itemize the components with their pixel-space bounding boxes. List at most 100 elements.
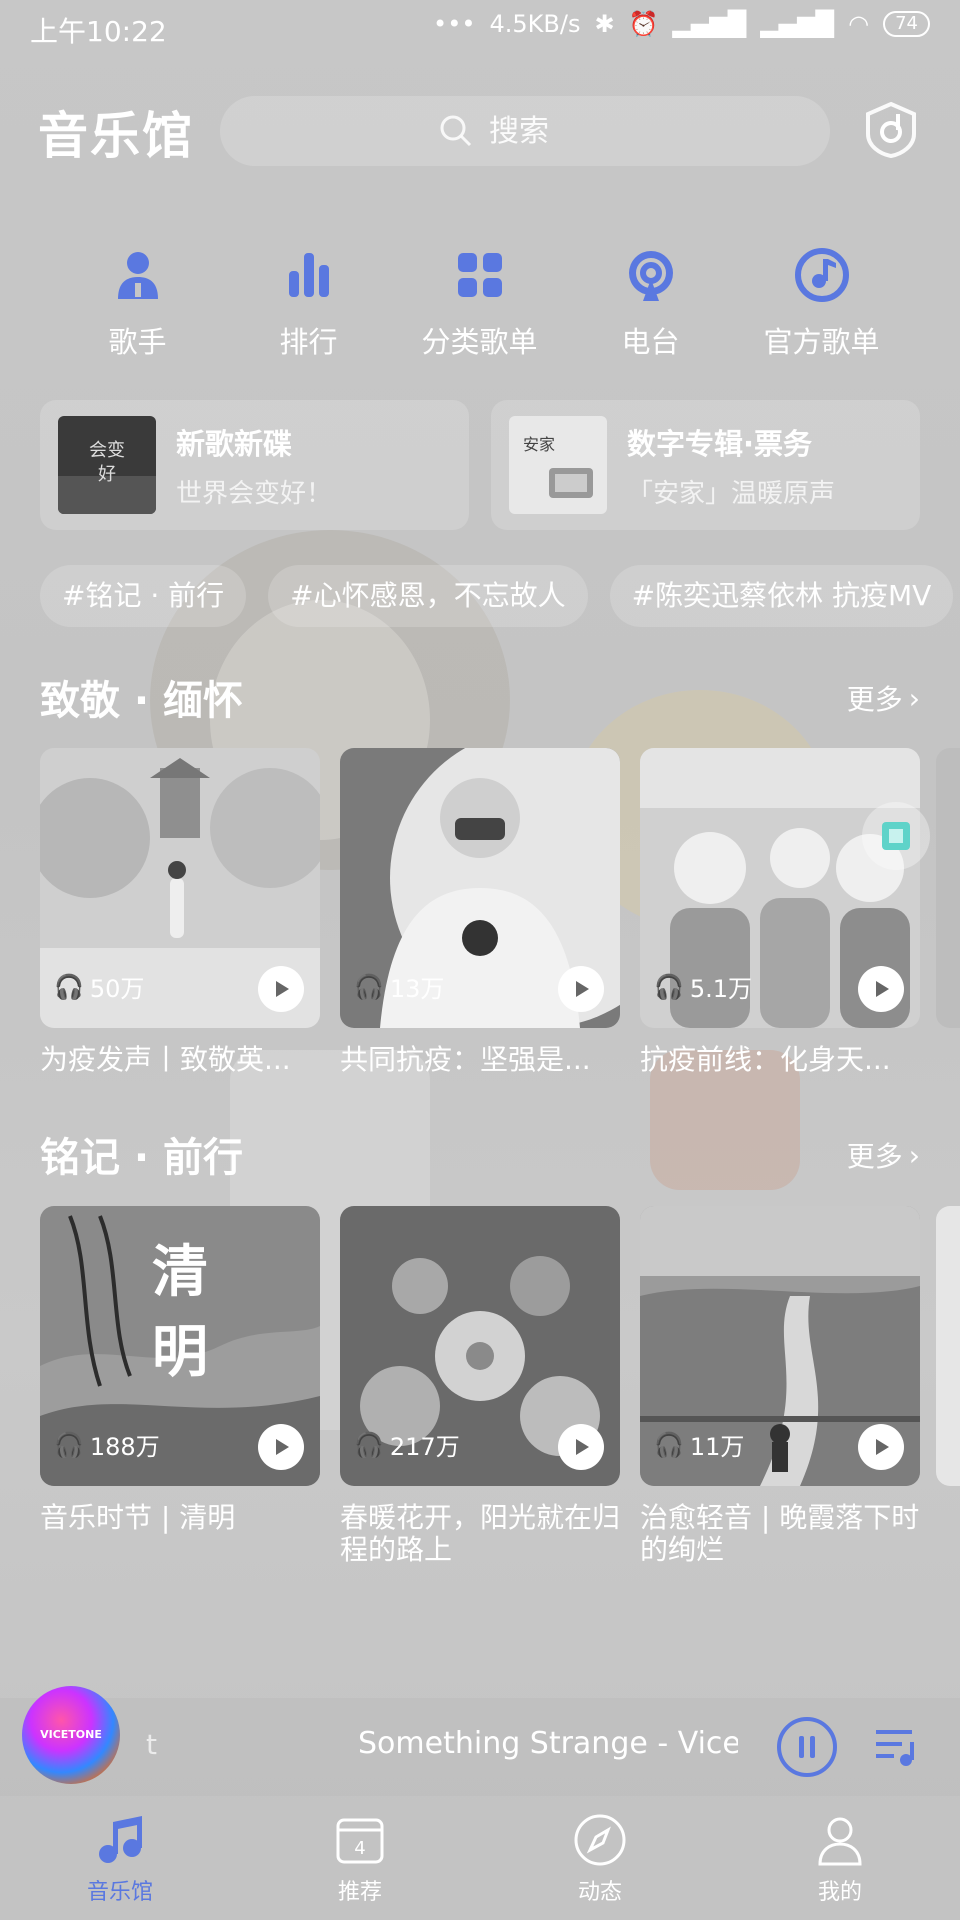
playlist-cover[interactable]: 🎧 11万 <box>640 1206 920 1486</box>
pause-icon[interactable] <box>776 1716 838 1778</box>
playlist-cover[interactable]: 🎧 50万 <box>40 748 320 1028</box>
play-button[interactable] <box>558 1424 604 1470</box>
playlist-title: 抗疫前线：化身天... <box>640 1044 891 1076</box>
official-playlist-icon <box>794 248 849 302</box>
playlist-card[interactable]: 🎧 5.1万 抗疫前线：化身天... <box>640 748 920 1076</box>
topic-tag[interactable]: #铭记 · 前行 <box>40 565 247 627</box>
promo-title: 数字专辑·票务 <box>627 426 813 461</box>
singer-icon <box>117 252 158 299</box>
quick-nav-ranking[interactable]: 排行 <box>223 245 394 375</box>
tab-label: 音乐馆 <box>86 1880 153 1905</box>
status-time: 上午10:22 <box>30 15 167 48</box>
play-icon <box>276 981 289 997</box>
signal-icon: ▂▄▆█ <box>672 10 747 38</box>
quick-nav-singer[interactable]: 歌手 <box>52 245 223 375</box>
playlist-card[interactable]: 🎧 13万 共同抗疫：坚强是... <box>340 748 620 1076</box>
play-count-value: 5.1万 <box>689 975 753 1003</box>
promo-subtitle: 「安家」温暖原声 <box>627 478 836 509</box>
promo-cover: 会变 好 <box>58 416 156 514</box>
play-count-value: 217万 <box>389 1433 460 1461</box>
play-count-value: 50万 <box>89 975 145 1003</box>
svg-text:清: 清 <box>152 1240 208 1305</box>
svg-text:4: 4 <box>354 1838 365 1859</box>
tab-label: 推荐 <box>337 1880 382 1905</box>
headphones-icon: 🎧 <box>654 972 684 1001</box>
wifi-icon: ◠ <box>848 10 870 38</box>
play-count: 🎧 217万 <box>354 1427 460 1462</box>
promo-digital-album[interactable]: 安家 数字专辑·票务 「安家」温暖原声 <box>491 400 920 530</box>
tab-activity[interactable]: 动态 <box>480 1796 720 1920</box>
search-icon <box>440 115 472 147</box>
now-playing-title[interactable]: Something Strange - Vicetone <box>358 1726 738 1761</box>
chevron-right-icon: › <box>908 681 920 715</box>
tag-row: #铭记 · 前行 #心怀感恩，不忘故人 #陈奕迅蔡依林 抗疫MV <box>40 565 954 627</box>
search-bar[interactable] <box>220 96 830 166</box>
bottom-tab-bar: 音乐馆 4 推荐 动态 我的 <box>0 1796 960 1920</box>
play-count-value: 13万 <box>389 975 445 1003</box>
play-button[interactable] <box>558 966 604 1012</box>
headphones-icon: 🎧 <box>54 1430 84 1459</box>
compass-icon <box>574 1814 626 1866</box>
more-link[interactable]: 更多 › <box>847 1135 920 1175</box>
play-button[interactable] <box>858 1424 904 1470</box>
promo-new-releases[interactable]: 会变 好 新歌新碟 世界会变好！ <box>40 400 469 530</box>
search-input[interactable] <box>487 112 611 150</box>
play-count: 🎧 50万 <box>54 969 144 1004</box>
play-count-value: 11万 <box>689 1433 745 1461</box>
category-icon <box>457 253 502 297</box>
play-button[interactable] <box>258 966 304 1012</box>
more-label: 更多 <box>846 1140 903 1173</box>
playlist-cover[interactable]: 🎧 13万 <box>340 748 620 1028</box>
tab-music-hall[interactable]: 音乐馆 <box>0 1796 240 1920</box>
play-icon <box>876 981 889 997</box>
quick-nav-official-playlist[interactable]: 官方歌单 <box>736 245 907 375</box>
play-count: 🎧 188万 <box>54 1427 160 1462</box>
tab-recommend[interactable]: 4 推荐 <box>240 1796 480 1920</box>
previous-song-text: t <box>146 1728 157 1761</box>
promo-title: 新歌新碟 <box>176 426 293 461</box>
quick-nav-label: 电台 <box>621 325 680 359</box>
section-header: 铭记 · 前行 更多 › <box>40 1125 920 1185</box>
page-title: 音乐馆 <box>38 107 194 165</box>
playlist-cover[interactable]: 清 明 🎧 188万 <box>40 1206 320 1486</box>
quick-nav-label: 排行 <box>279 325 338 359</box>
svg-text:好: 好 <box>98 464 116 485</box>
playlist-queue-icon[interactable] <box>872 1722 920 1770</box>
radio-icon <box>628 251 673 301</box>
quick-nav-category[interactable]: 分类歌单 <box>394 245 565 375</box>
playlist-card[interactable]: 🎧 50万 为疫发声丨致敬英... <box>40 748 320 1076</box>
quick-nav-label: 歌手 <box>108 325 167 359</box>
play-count: 🎧 11万 <box>654 1427 744 1462</box>
tab-label: 我的 <box>817 1880 862 1905</box>
playlist-title: 春暖花开，阳光就在归程的路上 <box>340 1502 620 1566</box>
more-link[interactable]: 更多 › <box>847 678 920 718</box>
mini-player[interactable]: VICETONE t Something Strange - Vicetone <box>0 1686 960 1796</box>
play-button[interactable] <box>258 1424 304 1470</box>
playlist-cover[interactable]: 🎧 5.1万 <box>640 748 920 1028</box>
topic-tag[interactable]: #心怀感恩，不忘故人 <box>268 565 588 627</box>
play-button[interactable] <box>858 966 904 1012</box>
playlist-card[interactable]: 清 明 🎧 188万 音乐时节 | 清明 <box>40 1206 320 1566</box>
playlist-card[interactable]: 🎧 217万 春暖花开，阳光就在归程的路上 <box>340 1206 620 1566</box>
playlist-cover[interactable]: 🎧 217万 <box>340 1206 620 1486</box>
floating-widget-icon[interactable] <box>860 800 932 872</box>
headphones-icon: 🎧 <box>354 972 384 1001</box>
playlist-title: 为疫发声丨致敬英... <box>40 1044 291 1076</box>
battery-indicator: 74 <box>883 11 930 37</box>
quick-nav-radio[interactable]: 电台 <box>565 245 736 375</box>
playlist-row: 🎧 50万 为疫发声丨致敬英... 🎧 13万 共同抗疫：坚强是... 🎧 5.… <box>40 748 920 1076</box>
tab-mine[interactable]: 我的 <box>720 1796 960 1920</box>
playlist-title: 音乐时节 | 清明 <box>40 1502 236 1534</box>
music-recognition-icon[interactable] <box>862 100 920 158</box>
topic-tag[interactable]: #陈奕迅蔡依林 抗疫MV <box>609 565 954 627</box>
calendar-icon: 4 <box>336 1818 384 1864</box>
now-playing-cover[interactable]: VICETONE <box>22 1686 120 1784</box>
signal-2-icon: ▂▄▆█ <box>760 10 835 38</box>
bluetooth-icon: ✱ <box>594 10 615 38</box>
section-header: 致敬 · 缅怀 更多 › <box>40 668 920 728</box>
play-count: 🎧 5.1万 <box>654 969 752 1004</box>
playlist-card[interactable]: 🎧 11万 治愈轻音 | 晚霞落下时的绚烂 <box>640 1206 920 1566</box>
headphones-icon: 🎧 <box>654 1430 684 1459</box>
promo-row: 会变 好 新歌新碟 世界会变好！ 安家 数字专辑·票务 「安家」温暖原声 <box>40 400 920 530</box>
svg-text:明: 明 <box>152 1320 208 1385</box>
